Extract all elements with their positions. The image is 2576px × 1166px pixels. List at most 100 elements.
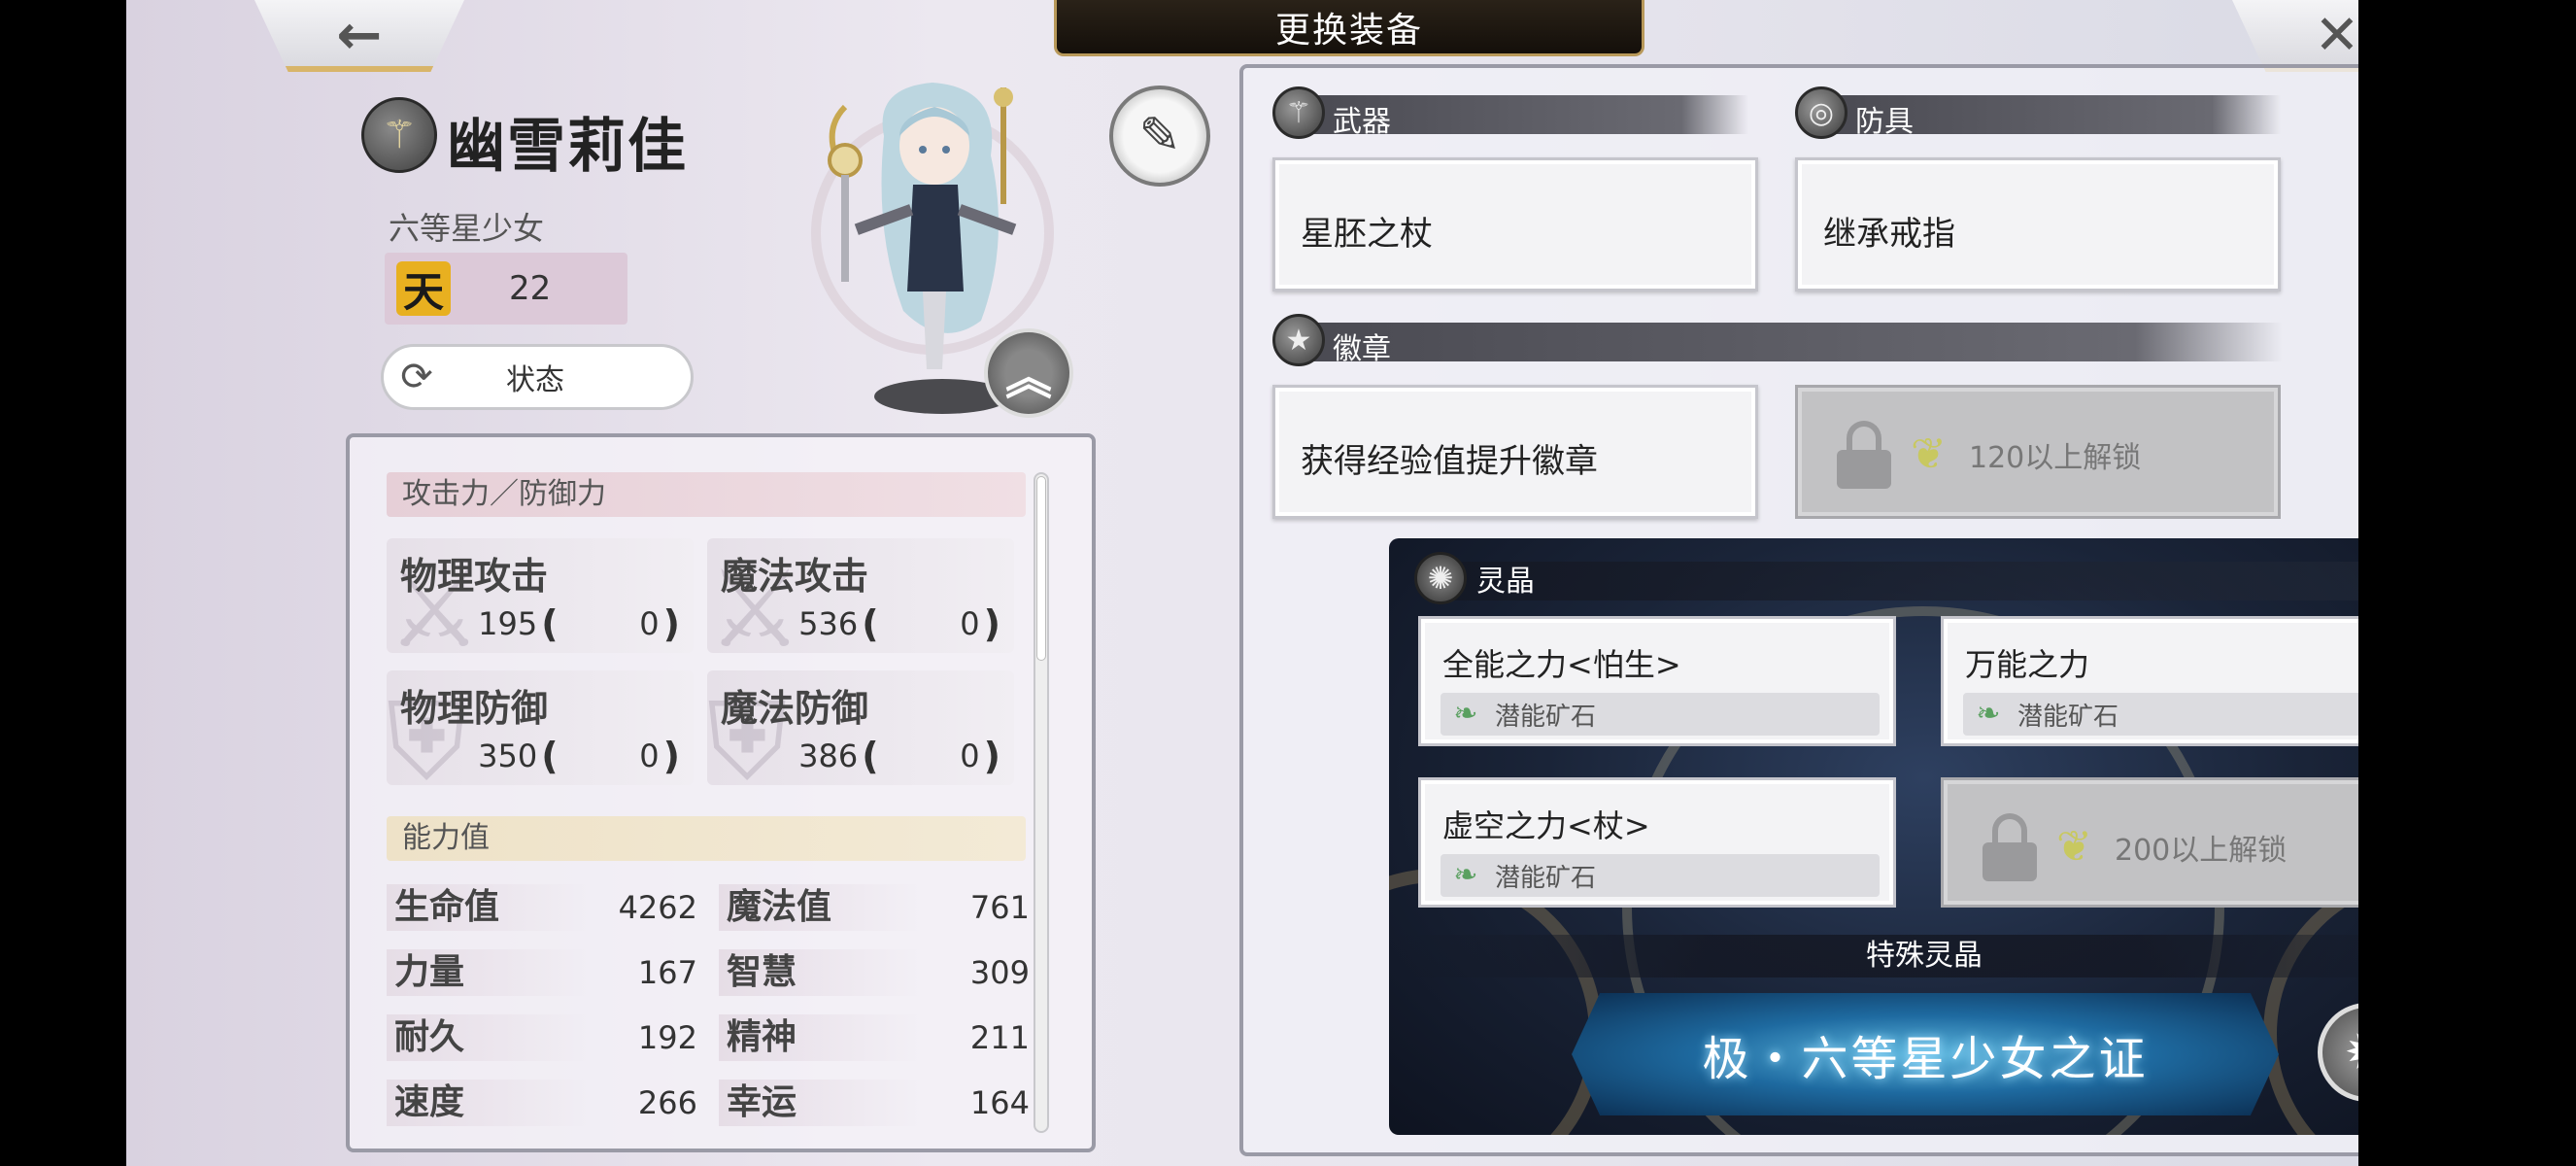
ability-spirit: 精神 211 [719,1014,1030,1061]
crystal-wheel-icon: ✺ [1414,552,1467,604]
character-title: 六等星少女 [389,210,545,247]
feather-icon: ❦ [1911,429,1947,479]
stat-bonus: 0 [639,737,660,774]
ability-value: 192 [637,1019,697,1056]
notes-button[interactable]: ✎ [1109,86,1210,187]
crystal-slot-locked[interactable]: ❦ 200以上解锁 [1941,777,2419,908]
armor-slot[interactable]: 继承戒指 [1795,157,2281,292]
crystal-type: 潜能矿石 [1495,702,1597,732]
refresh-icon: ⟳ [400,355,433,399]
feather-icon: ❦ [2056,822,2092,872]
back-arrow-icon: ← [336,4,383,67]
badge-label: 徽章 [1333,332,1391,366]
status-button[interactable]: ⟳ 状态 [381,344,694,410]
unlock-requirement: 200以上解锁 [2115,834,2288,868]
screen-title: 更换装备 [1274,10,1423,51]
stats-scrollbar[interactable] [1034,472,1049,1133]
stat-name: 物理攻击 [400,555,549,598]
ability-name: 精神 [719,1014,923,1061]
stat-bonus: 0 [960,737,980,774]
crystal-slot-2[interactable]: 万能之力 ❧ 潜能矿石 [1941,616,2419,746]
ability-value: 761 [969,889,1030,926]
ability-hp: 生命值 4262 [387,884,697,931]
stat-value: 536 [798,605,859,642]
ore-icon: ❧ [1453,858,1478,892]
ability-name: 智慧 [719,949,923,996]
badge-slot-locked[interactable]: ❦ 120以上解锁 [1795,385,2281,519]
ability-wisdom: 智慧 309 [719,949,1030,996]
weapon-slot[interactable]: 星胚之杖 [1272,157,1758,292]
screen-edge [2358,0,2467,1166]
stat-bonus: 0 [639,605,660,642]
armor-item-name: 继承戒指 [1823,215,1955,254]
ability-strength: 力量 167 [387,949,697,996]
staff-icon: ⚚ [1272,86,1325,139]
ability-value: 309 [969,954,1030,991]
badge-slot[interactable]: 获得经验值提升徽章 [1272,385,1758,519]
ability-name: 幸运 [719,1080,923,1126]
game-screen: ← 更换装备 ✕ ⚚ 幽雪莉佳 六等星少女 天 22 ⟳ 状态 ✎ ︽ 攻击力／… [126,0,2467,1166]
ability-endurance: 耐久 192 [387,1014,697,1061]
weapon-label: 武器 [1333,105,1391,139]
back-button[interactable]: ← [254,0,464,72]
ring-icon: ◎ [1795,86,1847,139]
star-badge-icon: ★ [1272,314,1325,366]
character-name: 幽雪莉佳 [447,113,688,181]
ability-name: 耐久 [387,1014,591,1061]
stat-physical-defense: ⛨ 物理防御 350 ( 0 ) [387,670,694,785]
crystal-slot-3[interactable]: 虚空之力<杖> ❧ 潜能矿石 [1418,777,1896,908]
stat-values: 195 ( 0 ) [459,602,684,645]
crystal-slot-1[interactable]: 全能之力<怕生> ❧ 潜能矿石 [1418,616,1896,746]
ability-value: 266 [637,1084,697,1121]
badge-item-name: 获得经验值提升徽章 [1301,442,1598,481]
crystal-type: 潜能矿石 [2017,702,2119,732]
crystal-name: 万能之力 [1965,646,2090,683]
notes-icon: ✎ [1138,107,1181,165]
ability-value: 167 [637,954,697,991]
stat-physical-attack: ⚔ 物理攻击 195 ( 0 ) [387,538,694,653]
attack-defense-section-title: 攻击力／防御力 [387,472,1026,517]
scroll-thumb[interactable] [1036,476,1046,661]
chevron-up-icon: ︽ [1004,351,1052,405]
weapon-slot-header: ⚚ 武器 [1272,86,1748,139]
weapon-item-name: 星胚之杖 [1301,215,1433,254]
ability-speed: 速度 266 [387,1080,697,1126]
ability-name: 力量 [387,949,591,996]
rank-value: 22 [509,269,552,308]
armor-label: 防具 [1855,105,1914,139]
ability-name: 魔法值 [719,884,923,931]
lock-icon [1837,421,1891,489]
stats-panel: 攻击力／防御力 ⚔ 物理攻击 195 ( 0 ) ⚔ 魔法攻击 536 ( 0 … [346,433,1096,1152]
crystal-type: 潜能矿石 [1495,863,1597,893]
lock-icon [1983,813,2037,881]
special-crystal-slot[interactable]: 极・六等星少女之证 [1572,993,2279,1115]
stat-value: 350 [478,737,538,774]
special-crystal-name: 极・六等星少女之证 [1702,1032,2149,1086]
status-button-label: 状态 [506,363,564,397]
ability-value: 4262 [618,889,697,926]
rank-badge-icon: 天 [396,261,451,316]
ability-luck: 幸运 164 [719,1080,1030,1126]
staff-icon: ⚚ [361,97,437,173]
crystal-name: 虚空之力<杖> [1442,807,1650,844]
rank-box: 天 22 [385,253,627,325]
ore-icon: ❧ [1453,697,1478,731]
ability-section-title: 能力值 [387,816,1026,861]
badge-slot-header: ★ 徽章 [1272,314,2283,366]
unlock-requirement: 120以上解锁 [1969,441,2142,475]
stat-magic-attack: ⚔ 魔法攻击 536 ( 0 ) [707,538,1014,653]
stat-value: 386 [798,737,859,774]
ability-name: 速度 [387,1080,591,1126]
close-icon: ✕ [2314,4,2360,67]
stat-values: 386 ( 0 ) [780,735,1004,777]
crystal-name: 全能之力<怕生> [1442,646,1681,683]
ability-mp: 魔法值 761 [719,884,1030,931]
screen-title-plate: 更换装备 [1054,0,1644,56]
stat-name: 魔法攻击 [721,555,869,598]
expand-up-button[interactable]: ︽ [984,328,1073,418]
special-crystal-label: 特殊灵晶 [1389,935,2459,977]
ability-name: 生命值 [387,884,591,931]
crystal-label: 灵晶 [1476,565,1535,599]
ability-value: 211 [969,1019,1030,1056]
stat-value: 195 [478,605,538,642]
